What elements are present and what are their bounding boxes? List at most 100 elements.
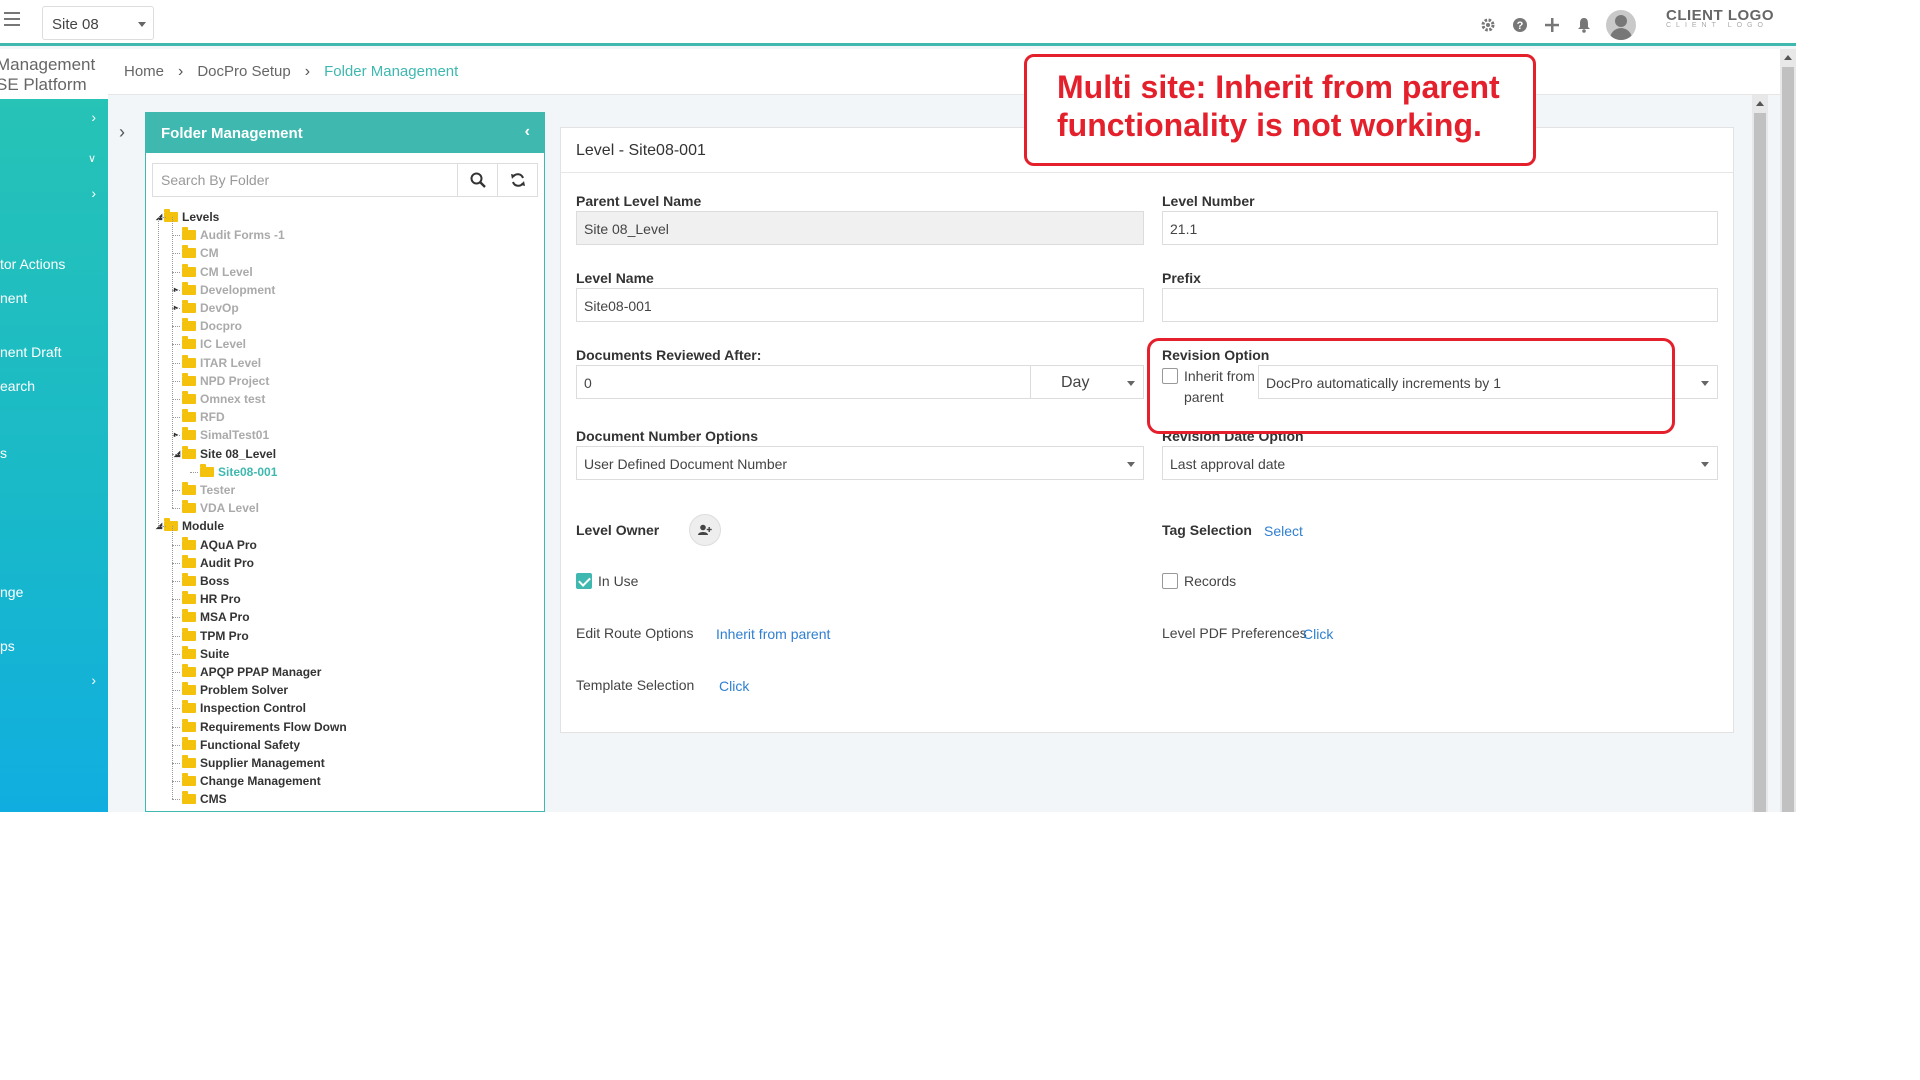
tree-node-label: Omnex test — [200, 392, 266, 406]
menu-icon[interactable] — [4, 12, 20, 26]
tree-node[interactable]: IC Level — [182, 336, 246, 352]
tree-node[interactable]: NPD Project — [182, 372, 269, 389]
content-scrollbar[interactable] — [1752, 95, 1768, 812]
chevron-right-icon[interactable]: › — [91, 109, 96, 125]
tree-node[interactable]: Tester — [182, 482, 235, 498]
chevron-right-icon: › — [304, 62, 311, 80]
pdf-preferences-link[interactable]: Click — [1303, 626, 1333, 642]
tree-node[interactable]: SimalTest01 — [182, 427, 269, 443]
tree-node-label: MSA Pro — [200, 610, 250, 625]
sidebar-item-document-draft[interactable]: nent Draft — [0, 344, 61, 360]
tree-connector — [172, 308, 180, 309]
tree-node[interactable]: DevOp — [182, 300, 239, 316]
revision-date-select[interactable]: Last approval date — [1162, 446, 1718, 480]
help-icon[interactable]: ? — [1510, 15, 1530, 35]
chevron-down-icon[interactable]: ∨ — [88, 152, 96, 165]
sidebar-item-s[interactable]: s — [0, 445, 7, 461]
tree-connector — [172, 453, 180, 455]
tree-connector — [172, 544, 180, 546]
breadcrumb-home[interactable]: Home — [124, 63, 164, 80]
sidebar-item-actions[interactable]: tor Actions — [0, 256, 65, 272]
tree-node[interactable]: Site 08_Level — [182, 445, 276, 462]
tree-node[interactable]: VDA Level — [182, 500, 259, 516]
chevron-right-icon[interactable]: › — [91, 672, 96, 688]
folder-icon — [182, 591, 196, 605]
expand-panel-button[interactable]: › — [108, 112, 136, 152]
sidebar-item-document[interactable]: nent — [0, 290, 27, 306]
avatar[interactable] — [1606, 10, 1636, 40]
breadcrumb-setup[interactable]: DocPro Setup — [197, 63, 290, 80]
tree-node-label: Inspection Control — [200, 701, 306, 716]
tree-node-label: TPM Pro — [200, 628, 249, 643]
folder-icon — [200, 463, 214, 477]
tree-node[interactable]: Development — [182, 281, 275, 298]
tree-node[interactable]: Site08-001 — [200, 463, 277, 480]
level-name-field[interactable]: Site08-001 — [576, 288, 1144, 322]
tree-node[interactable]: TPM Pro — [182, 627, 249, 644]
tree-node[interactable]: CM — [182, 245, 219, 261]
tree-node[interactable]: Module — [164, 518, 224, 534]
tree-node[interactable]: Omnex test — [182, 391, 265, 407]
tree-node[interactable]: MSA Pro — [182, 609, 250, 625]
scroll-up-icon[interactable] — [1784, 55, 1792, 60]
tree-node[interactable]: Functional Safety — [182, 736, 300, 753]
edit-route-link[interactable]: Inherit from parent — [716, 626, 830, 642]
tree-node-label: CM — [200, 246, 219, 261]
tree-node[interactable]: CMS — [182, 791, 227, 807]
tree-node[interactable]: Docpro — [182, 318, 242, 334]
sidebar-item-ps[interactable]: ps — [0, 638, 15, 654]
tree-node[interactable]: Boss — [182, 573, 229, 589]
tree-node[interactable]: APQP PPAP Manager — [182, 664, 321, 680]
refresh-icon[interactable] — [497, 164, 537, 196]
tree-node[interactable]: Suite — [182, 645, 230, 662]
tree-node[interactable]: Inspection Control — [182, 700, 306, 716]
docs-reviewed-field[interactable]: 0 — [576, 365, 1031, 399]
chevron-right-icon[interactable]: › — [91, 185, 96, 201]
doc-number-options-select[interactable]: User Defined Document Number — [576, 446, 1144, 480]
tree-node[interactable]: Audit Pro — [182, 554, 254, 571]
level-number-field[interactable]: 21.1 — [1162, 211, 1718, 245]
tree-connector — [172, 726, 180, 728]
scroll-up-icon[interactable] — [1756, 101, 1764, 106]
tree-node[interactable]: Change Management — [182, 773, 321, 789]
tree-connector — [172, 781, 180, 783]
page-scrollbar[interactable] — [1780, 49, 1796, 812]
tree-node[interactable]: AQuA Pro — [182, 536, 257, 553]
prefix-field[interactable] — [1162, 288, 1718, 322]
add-user-icon[interactable] — [689, 514, 721, 546]
revision-date-value: Last approval date — [1170, 456, 1286, 472]
tree-connector — [172, 799, 180, 801]
in-use-checkbox[interactable] — [576, 573, 592, 589]
pdf-preferences-label: Level PDF Preferences — [1162, 625, 1307, 641]
tree-node[interactable]: Audit Forms -1 — [182, 227, 285, 243]
tree-node[interactable]: HR Pro — [182, 591, 241, 607]
tag-selection-link[interactable]: Select — [1264, 523, 1303, 539]
tree-node[interactable]: CM Level — [182, 263, 253, 280]
tree-node[interactable]: Requirements Flow Down — [182, 718, 347, 735]
folder-icon — [182, 645, 196, 659]
page-scrollbar-thumb[interactable] — [1782, 67, 1794, 812]
collapse-panel-icon[interactable]: ‹ — [525, 123, 530, 141]
tag-selection-label: Tag Selection — [1162, 522, 1252, 538]
content-scrollbar-thumb[interactable] — [1754, 113, 1766, 812]
search-icon[interactable] — [457, 164, 497, 196]
tree-node[interactable]: Supplier Management — [182, 755, 325, 771]
tree-node[interactable]: RFD — [182, 409, 225, 425]
gear-icon[interactable] — [1478, 15, 1498, 35]
records-checkbox[interactable] — [1162, 573, 1178, 589]
tree-node[interactable]: ITAR Level — [182, 354, 261, 371]
sidebar-item-search[interactable]: earch — [0, 378, 35, 394]
folder-search-input[interactable] — [153, 164, 457, 196]
template-selection-label: Template Selection — [576, 677, 695, 693]
site-select[interactable]: Site 08 — [42, 6, 154, 40]
plus-icon[interactable] — [1542, 15, 1562, 35]
template-selection-link[interactable]: Click — [719, 678, 749, 694]
bell-icon[interactable] — [1574, 15, 1594, 35]
sidebar-item-change[interactable]: nge — [0, 584, 23, 600]
folder-icon — [182, 245, 196, 259]
tree-node-label: Supplier Management — [200, 756, 325, 770]
tree-node-label: IC Level — [200, 337, 247, 352]
tree-node[interactable]: Problem Solver — [182, 682, 288, 698]
docs-reviewed-unit-select[interactable]: Day — [1030, 365, 1144, 399]
tree-node-label: Suite — [200, 646, 230, 661]
